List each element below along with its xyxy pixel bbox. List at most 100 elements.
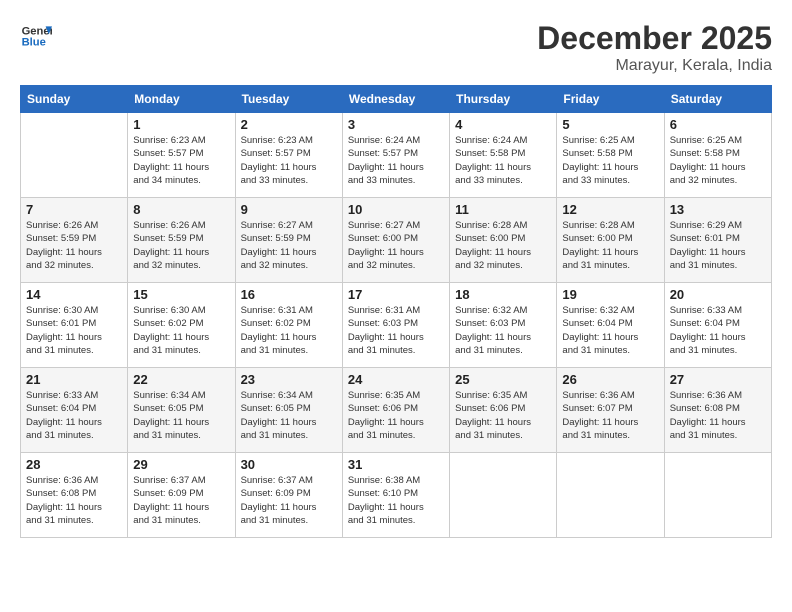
day-number: 9 <box>241 202 337 217</box>
day-info: Sunrise: 6:27 AMSunset: 5:59 PMDaylight:… <box>241 219 337 272</box>
day-number: 14 <box>26 287 122 302</box>
weekday-header-tuesday: Tuesday <box>235 86 342 113</box>
day-info: Sunrise: 6:36 AMSunset: 6:08 PMDaylight:… <box>26 474 122 527</box>
calendar-cell: 24Sunrise: 6:35 AMSunset: 6:06 PMDayligh… <box>342 368 449 453</box>
day-number: 16 <box>241 287 337 302</box>
day-info: Sunrise: 6:31 AMSunset: 6:03 PMDaylight:… <box>348 304 444 357</box>
day-info: Sunrise: 6:37 AMSunset: 6:09 PMDaylight:… <box>133 474 229 527</box>
day-number: 4 <box>455 117 551 132</box>
day-info: Sunrise: 6:32 AMSunset: 6:03 PMDaylight:… <box>455 304 551 357</box>
calendar-cell: 29 Sunrise: 6:37 AMSunset: 6:09 PMDayligh… <box>128 453 235 538</box>
day-number: 29 <box>133 457 229 472</box>
week-row-2: 7 Sunrise: 6:26 AMSunset: 5:59 PMDaylight… <box>21 198 772 283</box>
day-number: 15 <box>133 287 229 302</box>
day-number: 23 <box>241 372 337 387</box>
calendar-cell: 25 Sunrise: 6:35 AMSunset: 6:06 PMDayligh… <box>450 368 557 453</box>
day-info: Sunrise: 6:29 AMSunset: 6:01 PMDaylight:… <box>670 219 766 272</box>
day-info: Sunrise: 6:38 AMSunset: 6:10 PMDaylight:… <box>348 474 444 527</box>
calendar-cell: 7 Sunrise: 6:26 AMSunset: 5:59 PMDaylight… <box>21 198 128 283</box>
logo: General Blue <box>20 20 52 52</box>
weekday-header-row: SundayMondayTuesdayWednesdayThursdayFrid… <box>21 86 772 113</box>
calendar-cell: 4 Sunrise: 6:24 AMSunset: 5:58 PMDaylight… <box>450 113 557 198</box>
day-info: Sunrise: 6:33 AMSunset: 6:04 PMDaylight:… <box>26 389 122 442</box>
day-info: Sunrise: 6:25 AMSunset: 5:58 PMDaylight:… <box>562 134 658 187</box>
day-number: 8 <box>133 202 229 217</box>
calendar-cell: 1 Sunrise: 6:23 AMSunset: 5:57 PMDaylight… <box>128 113 235 198</box>
calendar-cell: 22Sunrise: 6:34 AMSunset: 6:05 PMDayligh… <box>128 368 235 453</box>
day-number: 30 <box>241 457 337 472</box>
day-info: Sunrise: 6:26 AMSunset: 5:59 PMDaylight:… <box>26 219 122 272</box>
day-info: Sunrise: 6:37 AMSunset: 6:09 PMDaylight:… <box>241 474 337 527</box>
day-number: 27 <box>670 372 766 387</box>
day-number: 25 <box>455 372 551 387</box>
calendar-cell: 18 Sunrise: 6:32 AMSunset: 6:03 PMDayligh… <box>450 283 557 368</box>
day-number: 2 <box>241 117 337 132</box>
day-info: Sunrise: 6:26 AMSunset: 5:59 PMDaylight:… <box>133 219 229 272</box>
calendar-cell <box>450 453 557 538</box>
calendar-cell: 23 Sunrise: 6:34 AMSunset: 6:05 PMDayligh… <box>235 368 342 453</box>
day-info: Sunrise: 6:34 AMSunset: 6:05 PMDaylight:… <box>241 389 337 442</box>
day-info: Sunrise: 6:28 AMSunset: 6:00 PMDaylight:… <box>455 219 551 272</box>
day-number: 10 <box>348 202 444 217</box>
logo-icon: General Blue <box>20 20 52 52</box>
weekday-header-thursday: Thursday <box>450 86 557 113</box>
weekday-header-wednesday: Wednesday <box>342 86 449 113</box>
calendar-cell: 8 Sunrise: 6:26 AMSunset: 5:59 PMDaylight… <box>128 198 235 283</box>
week-row-3: 14 Sunrise: 6:30 AMSunset: 6:01 PMDayligh… <box>21 283 772 368</box>
week-row-4: 21 Sunrise: 6:33 AMSunset: 6:04 PMDayligh… <box>21 368 772 453</box>
calendar-cell: 31Sunrise: 6:38 AMSunset: 6:10 PMDayligh… <box>342 453 449 538</box>
day-number: 21 <box>26 372 122 387</box>
day-number: 26 <box>562 372 658 387</box>
day-info: Sunrise: 6:30 AMSunset: 6:01 PMDaylight:… <box>26 304 122 357</box>
day-number: 7 <box>26 202 122 217</box>
svg-text:Blue: Blue <box>22 37 46 49</box>
day-number: 3 <box>348 117 444 132</box>
calendar-cell: 26 Sunrise: 6:36 AMSunset: 6:07 PMDayligh… <box>557 368 664 453</box>
day-info: Sunrise: 6:36 AMSunset: 6:07 PMDaylight:… <box>562 389 658 442</box>
calendar-cell: 3 Sunrise: 6:24 AMSunset: 5:57 PMDaylight… <box>342 113 449 198</box>
day-number: 22 <box>133 372 229 387</box>
day-info: Sunrise: 6:30 AMSunset: 6:02 PMDaylight:… <box>133 304 229 357</box>
title-section: December 2025 Marayur, Kerala, India <box>537 20 772 75</box>
day-info: Sunrise: 6:23 AMSunset: 5:57 PMDaylight:… <box>241 134 337 187</box>
weekday-header-friday: Friday <box>557 86 664 113</box>
weekday-header-sunday: Sunday <box>21 86 128 113</box>
calendar-cell <box>664 453 771 538</box>
day-number: 6 <box>670 117 766 132</box>
day-info: Sunrise: 6:36 AMSunset: 6:08 PMDaylight:… <box>670 389 766 442</box>
day-number: 1 <box>133 117 229 132</box>
calendar-cell: 21 Sunrise: 6:33 AMSunset: 6:04 PMDayligh… <box>21 368 128 453</box>
day-number: 11 <box>455 202 551 217</box>
calendar-cell <box>21 113 128 198</box>
header: General Blue December 2025 Marayur, Kera… <box>20 20 772 75</box>
calendar-cell: 28Sunrise: 6:36 AMSunset: 6:08 PMDayligh… <box>21 453 128 538</box>
day-number: 24 <box>348 372 444 387</box>
calendar-cell: 6 Sunrise: 6:25 AMSunset: 5:58 PMDaylight… <box>664 113 771 198</box>
calendar-cell: 19 Sunrise: 6:32 AMSunset: 6:04 PMDayligh… <box>557 283 664 368</box>
calendar-cell: 27 Sunrise: 6:36 AMSunset: 6:08 PMDayligh… <box>664 368 771 453</box>
calendar-cell: 14 Sunrise: 6:30 AMSunset: 6:01 PMDayligh… <box>21 283 128 368</box>
calendar-cell: 9 Sunrise: 6:27 AMSunset: 5:59 PMDaylight… <box>235 198 342 283</box>
day-info: Sunrise: 6:24 AMSunset: 5:58 PMDaylight:… <box>455 134 551 187</box>
calendar-cell: 2 Sunrise: 6:23 AMSunset: 5:57 PMDaylight… <box>235 113 342 198</box>
day-number: 19 <box>562 287 658 302</box>
weekday-header-monday: Monday <box>128 86 235 113</box>
day-number: 18 <box>455 287 551 302</box>
day-info: Sunrise: 6:31 AMSunset: 6:02 PMDaylight:… <box>241 304 337 357</box>
week-row-5: 28Sunrise: 6:36 AMSunset: 6:08 PMDayligh… <box>21 453 772 538</box>
day-info: Sunrise: 6:35 AMSunset: 6:06 PMDaylight:… <box>455 389 551 442</box>
calendar-cell: 5 Sunrise: 6:25 AMSunset: 5:58 PMDaylight… <box>557 113 664 198</box>
day-info: Sunrise: 6:25 AMSunset: 5:58 PMDaylight:… <box>670 134 766 187</box>
day-info: Sunrise: 6:23 AMSunset: 5:57 PMDaylight:… <box>133 134 229 187</box>
day-info: Sunrise: 6:32 AMSunset: 6:04 PMDaylight:… <box>562 304 658 357</box>
week-row-1: 1 Sunrise: 6:23 AMSunset: 5:57 PMDaylight… <box>21 113 772 198</box>
day-info: Sunrise: 6:27 AMSunset: 6:00 PMDaylight:… <box>348 219 444 272</box>
weekday-header-saturday: Saturday <box>664 86 771 113</box>
day-info: Sunrise: 6:24 AMSunset: 5:57 PMDaylight:… <box>348 134 444 187</box>
calendar-cell: 11 Sunrise: 6:28 AMSunset: 6:00 PMDayligh… <box>450 198 557 283</box>
calendar-cell: 16 Sunrise: 6:31 AMSunset: 6:02 PMDayligh… <box>235 283 342 368</box>
day-info: Sunrise: 6:33 AMSunset: 6:04 PMDaylight:… <box>670 304 766 357</box>
calendar-cell: 30 Sunrise: 6:37 AMSunset: 6:09 PMDayligh… <box>235 453 342 538</box>
calendar-title: December 2025 <box>537 20 772 57</box>
day-number: 5 <box>562 117 658 132</box>
